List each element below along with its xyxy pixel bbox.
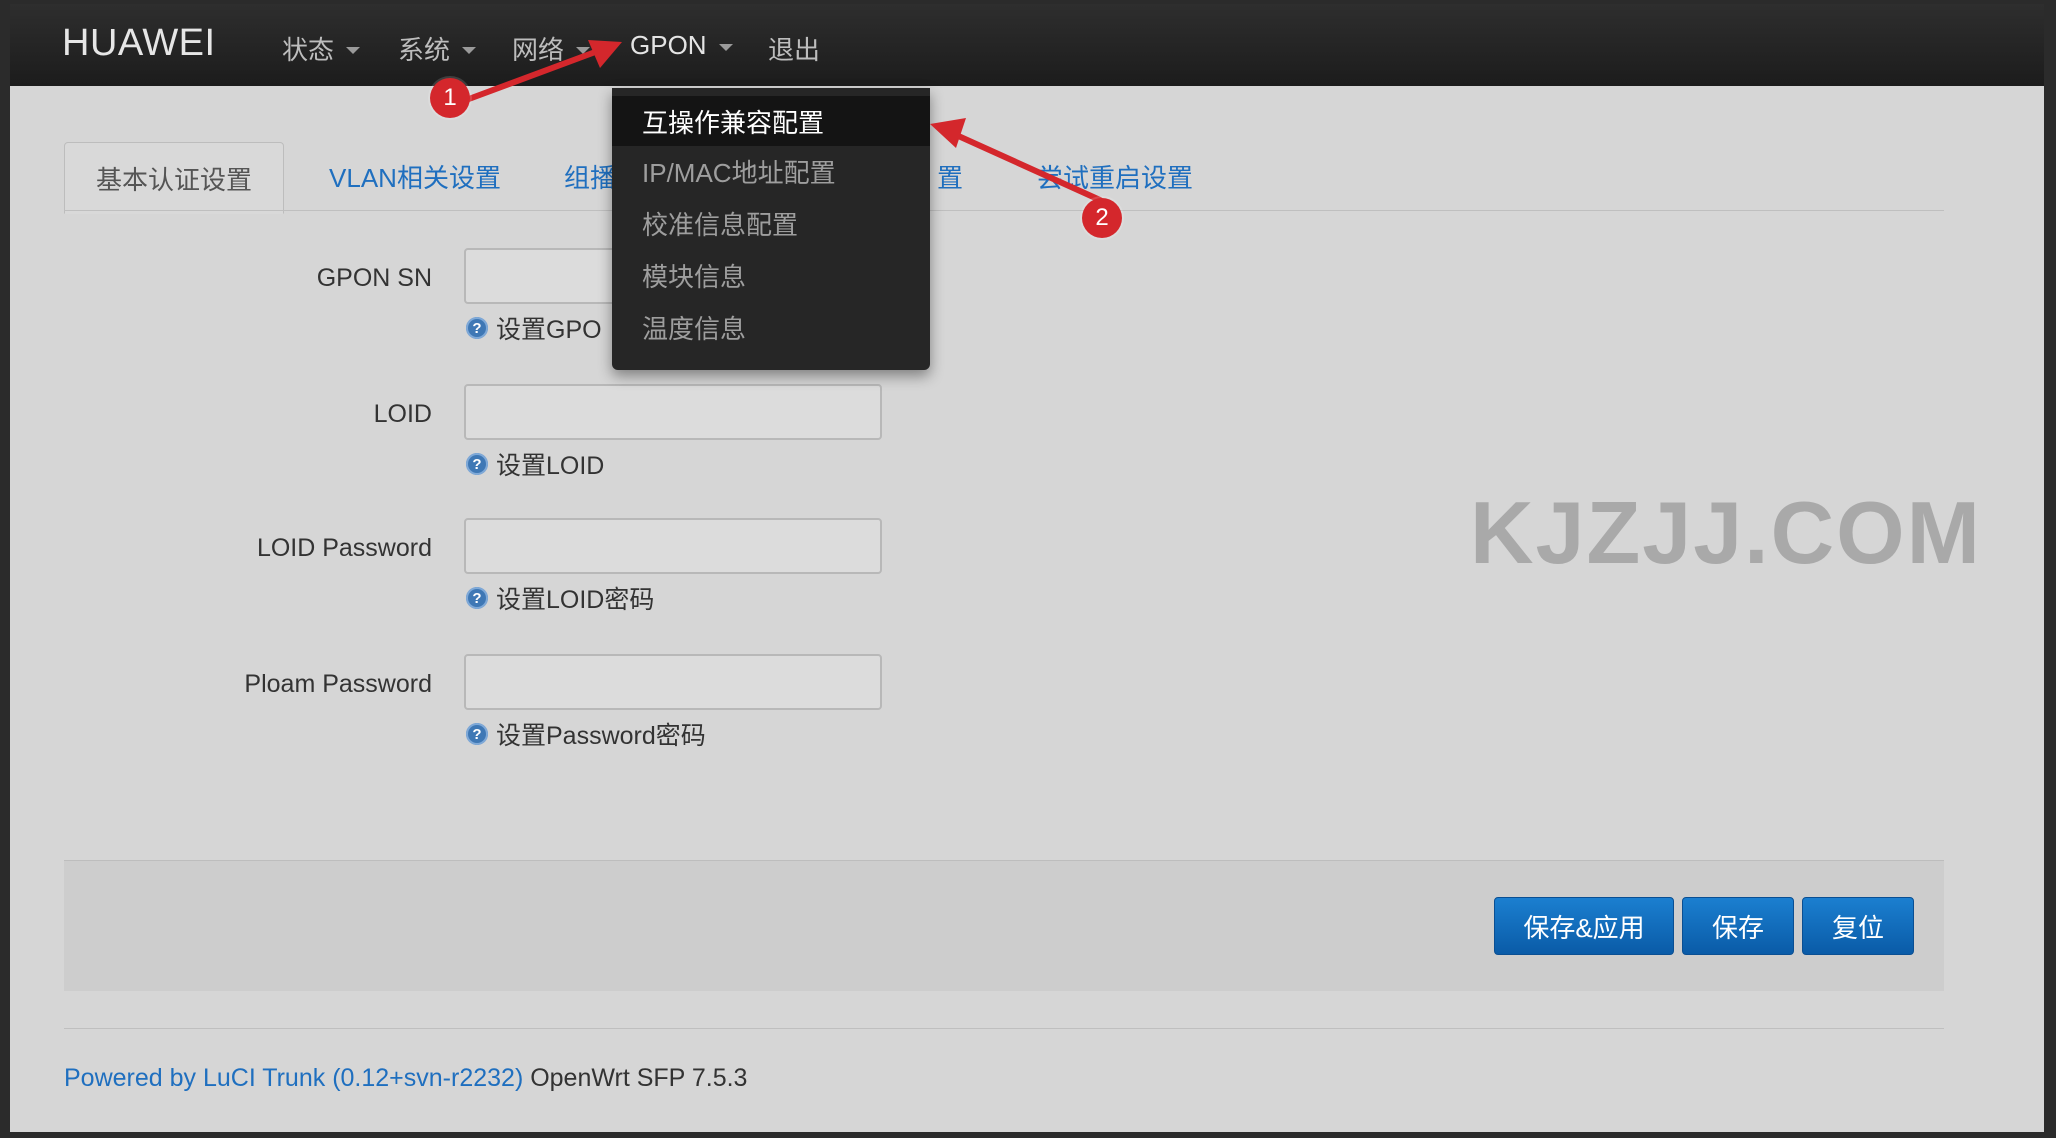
menu-item-interop-config[interactable]: 互操作兼容配置 <box>612 96 930 146</box>
tab-vlan-label: VLAN相关设置 <box>329 162 501 193</box>
annotation-badge-2: 2 <box>1082 198 1122 238</box>
nav-system-label: 系统 <box>398 35 451 65</box>
tab-retry-restart[interactable]: 尝试重启设置 <box>1030 142 1200 210</box>
footer-version: OpenWrt SFP 7.5.3 <box>523 1064 748 1092</box>
watermark: KJZJJ.COM <box>1470 483 1982 582</box>
chevron-down-icon <box>718 44 733 51</box>
loid-input[interactable] <box>464 384 882 440</box>
menu-item-temperature-info[interactable]: 温度信息 <box>612 302 930 352</box>
loid-password-label: LOID Password <box>256 534 432 562</box>
help-icon: ? <box>466 587 488 609</box>
brand-logo: HUAWEI <box>62 22 216 64</box>
luci-link[interactable]: Powered by LuCI Trunk (0.12+svn-r2232) <box>64 1064 523 1092</box>
loid-password-input[interactable] <box>464 518 882 574</box>
tab-vlan[interactable]: VLAN相关设置 <box>300 142 530 210</box>
footer-divider <box>64 1028 1944 1029</box>
chevron-down-icon <box>576 47 591 54</box>
loid-label: LOID <box>373 400 432 428</box>
chevron-down-icon <box>346 47 361 54</box>
tab-basic-auth[interactable]: 基本认证设置 <box>64 142 284 214</box>
menu-item-module-info[interactable]: 模块信息 <box>612 250 930 300</box>
browser-frame: HUAWEI 状态 系统 网络 GPON 退出 基本认证设置 VLAN相关设置 … <box>10 4 2044 1132</box>
menu-item-calibration-config[interactable]: 校准信息配置 <box>612 198 930 248</box>
loid-help-text: 设置LOID <box>496 452 605 480</box>
nav-status-label: 状态 <box>282 35 335 65</box>
loid-password-help: ? 设置LOID密码 <box>466 580 654 616</box>
ploam-password-label: Ploam Password <box>244 670 432 698</box>
nav-status[interactable]: 状态 <box>282 30 361 67</box>
footer: Powered by LuCI Trunk (0.12+svn-r2232) O… <box>64 1064 747 1093</box>
action-bar: 保存&应用 保存 复位 <box>64 860 1944 991</box>
nav-gpon-label: GPON <box>630 30 707 60</box>
ploam-password-input[interactable] <box>464 654 882 710</box>
annotation-badge-1: 1 <box>430 78 470 118</box>
nav-network-label: 网络 <box>512 35 565 65</box>
gpon-sn-help: ? 设置GPO <box>466 310 602 346</box>
help-icon: ? <box>466 317 488 339</box>
reset-button[interactable]: 复位 <box>1802 897 1914 955</box>
save-apply-button[interactable]: 保存&应用 <box>1494 897 1674 955</box>
save-button[interactable]: 保存 <box>1682 897 1794 955</box>
top-navbar: HUAWEI 状态 系统 网络 GPON 退出 <box>10 4 2044 86</box>
gpon-dropdown-menu: 互操作兼容配置 IP/MAC地址配置 校准信息配置 模块信息 温度信息 <box>612 88 930 370</box>
nav-logout-label: 退出 <box>768 35 821 65</box>
help-icon: ? <box>466 723 488 745</box>
ploam-password-help: ? 设置Password密码 <box>466 716 706 752</box>
ploam-password-help-text: 设置Password密码 <box>496 722 706 750</box>
tab-multicast-label: 组播 <box>563 162 616 193</box>
nav-network[interactable]: 网络 <box>512 30 591 67</box>
loid-password-help-text: 设置LOID密码 <box>496 586 655 614</box>
gpon-sn-help-text: 设置GPO <box>496 316 602 344</box>
help-icon: ? <box>466 453 488 475</box>
tabs-divider <box>64 210 1944 211</box>
tab-retry-restart-label: 尝试重启设置 <box>1036 162 1193 193</box>
nav-gpon[interactable]: GPON <box>630 30 733 61</box>
gpon-sn-label: GPON SN <box>316 264 432 292</box>
tab-basic-auth-label: 基本认证设置 <box>95 164 252 195</box>
menu-item-ip-mac-config[interactable]: IP/MAC地址配置 <box>612 146 930 196</box>
loid-help: ? 设置LOID <box>466 446 604 482</box>
tab-settings-partial-label: 置 <box>936 162 963 193</box>
chevron-down-icon <box>462 47 477 54</box>
nav-system[interactable]: 系统 <box>398 30 477 67</box>
nav-logout[interactable]: 退出 <box>768 30 820 67</box>
